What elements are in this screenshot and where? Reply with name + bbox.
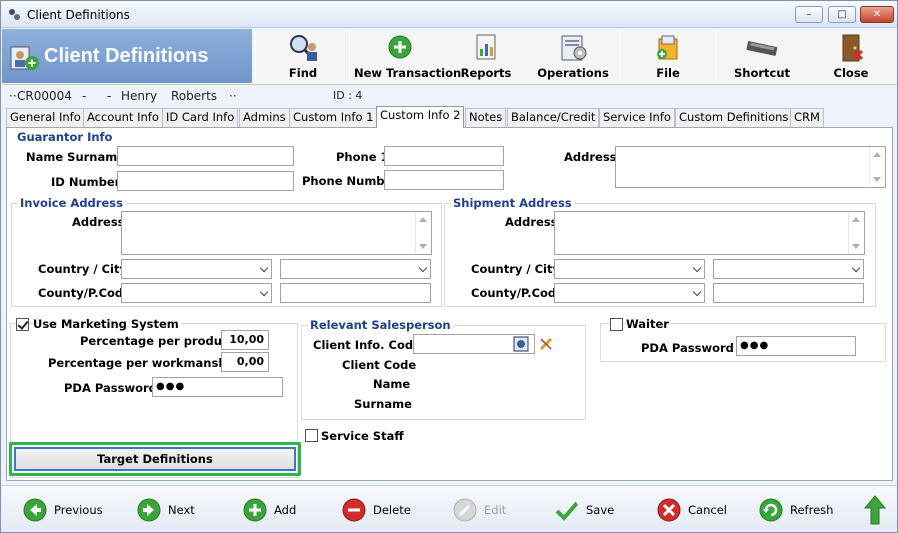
refresh-icon: [759, 498, 783, 522]
banner: Client Definitions: [2, 29, 252, 83]
invoice-address-group: Invoice Address Address Country / City C…: [11, 196, 442, 307]
target-definitions-highlight: Target Definitions: [9, 442, 301, 476]
bottom-action-bar: Previous Next Add Delete Edit Save Cance…: [2, 485, 897, 532]
shipment-postcode-input[interactable]: [713, 283, 864, 303]
close-window-button[interactable]: ✕: [860, 6, 894, 23]
chevron-down-icon: [259, 287, 269, 297]
invoice-address-input[interactable]: [121, 211, 432, 255]
tab-id-card-info[interactable]: ID Card Info: [162, 108, 239, 127]
client-definitions-icon: [10, 46, 39, 70]
shipment-city-select[interactable]: [713, 259, 864, 279]
tab-account-info[interactable]: Account Info: [83, 108, 163, 127]
chevron-down-icon: [259, 263, 269, 273]
percentage-workmanship-input[interactable]: 0,00: [221, 352, 269, 372]
close-door-icon: [842, 34, 864, 62]
title-bar: Client Definitions – □ ✕: [1, 1, 897, 28]
tab-balance-credit[interactable]: Balance/Credit: [507, 108, 600, 127]
chevron-down-icon: [851, 263, 861, 273]
guarantor-name-input[interactable]: [117, 146, 294, 166]
tab-admins[interactable]: Admins: [239, 108, 290, 127]
save-check-icon: [555, 501, 579, 521]
tab-general-info[interactable]: General Info: [6, 108, 85, 127]
close-button[interactable]: Close: [807, 29, 895, 83]
add-icon: [243, 498, 267, 522]
invoice-county-select[interactable]: [121, 283, 272, 303]
client-definitions-window: Client Definitions – □ ✕ Client Definiti…: [0, 0, 898, 533]
file-icon: [657, 35, 678, 60]
marketing-group: Use Marketing System Percentage per prod…: [9, 317, 301, 478]
toolbar: Client Definitions Find New Transaction …: [2, 29, 897, 85]
find-button[interactable]: Find: [260, 29, 346, 83]
tab-custom-info-2[interactable]: Custom Info 2: [376, 106, 465, 128]
client-first-name: Henry: [121, 89, 158, 103]
target-definitions-button[interactable]: Target Definitions: [14, 447, 296, 471]
shipment-county-select[interactable]: [554, 283, 705, 303]
relevant-salesperson-group: Relevant Salesperson Client Info. Code C…: [301, 318, 586, 420]
chevron-down-icon: [418, 263, 428, 273]
tab-custom-definitions[interactable]: Custom Definitions: [675, 108, 793, 127]
minimize-button[interactable]: –: [795, 6, 823, 23]
app-icon: [9, 9, 20, 20]
new-transaction-icon: [388, 35, 412, 59]
edit-icon: [453, 498, 477, 522]
custom-info-2-panel: Guarantor Info Name Surname ID Number Ph…: [6, 127, 893, 481]
clear-edit-icon[interactable]: [538, 336, 554, 352]
percentage-product-input[interactable]: 10,00: [221, 330, 269, 350]
maximize-button[interactable]: □: [828, 6, 856, 23]
previous-icon: [23, 498, 47, 522]
tab-crm[interactable]: CRM: [790, 108, 824, 127]
reports-button[interactable]: Reports: [447, 29, 525, 83]
scroll-top-arrow-icon[interactable]: [864, 495, 886, 525]
waiter-group: Waiter PDA Password ●●●: [600, 317, 886, 362]
waiter-pda-password-input[interactable]: ●●●: [736, 336, 856, 356]
window-title: Client Definitions: [27, 8, 130, 22]
tab-bar: General Info Account Info ID Card Info A…: [6, 106, 896, 128]
guarantor-address-input[interactable]: [615, 146, 886, 188]
shortcut-button[interactable]: Shortcut: [718, 29, 806, 83]
reports-icon: [476, 34, 496, 60]
shortcut-icon: [746, 41, 778, 56]
marketing-pda-password-input[interactable]: ●●●: [152, 377, 283, 397]
guarantor-phone1-input[interactable]: [384, 146, 504, 166]
banner-title: Client Definitions: [44, 45, 209, 67]
client-last-name: Roberts: [171, 89, 218, 103]
guarantor-phone2-input[interactable]: [384, 170, 504, 190]
delete-icon: [342, 498, 366, 522]
chevron-down-icon: [692, 287, 702, 297]
shipment-country-select[interactable]: [554, 259, 705, 279]
invoice-city-select[interactable]: [280, 259, 431, 279]
lookup-icon[interactable]: [513, 336, 529, 352]
operations-icon: [561, 35, 587, 61]
tab-custom-info-1[interactable]: Custom Info 1: [289, 108, 378, 127]
client-code: CR00004: [17, 89, 72, 103]
tab-notes[interactable]: Notes: [465, 108, 507, 127]
record-id: ID : 4: [333, 89, 363, 102]
invoice-country-select[interactable]: [121, 259, 272, 279]
service-staff-checkbox[interactable]: [305, 429, 318, 442]
guarantor-title: Guarantor Info: [17, 130, 113, 144]
file-button[interactable]: File: [624, 29, 712, 83]
find-icon: [290, 35, 317, 61]
chevron-down-icon: [692, 263, 702, 273]
next-icon: [137, 498, 161, 522]
new-transaction-button[interactable]: New Transaction: [354, 29, 461, 83]
shipment-address-input[interactable]: [554, 211, 865, 255]
shipment-address-group: Shipment Address Address Country / City …: [444, 196, 876, 307]
invoice-postcode-input[interactable]: [280, 283, 431, 303]
guarantor-id-input[interactable]: [117, 171, 294, 191]
operations-button[interactable]: Operations: [527, 29, 619, 83]
tab-service-info[interactable]: Service Info: [599, 108, 675, 127]
cancel-icon: [657, 498, 681, 522]
use-marketing-checkbox[interactable]: [16, 318, 29, 331]
record-prefix: ··: [9, 89, 17, 103]
waiter-checkbox[interactable]: [610, 318, 623, 331]
